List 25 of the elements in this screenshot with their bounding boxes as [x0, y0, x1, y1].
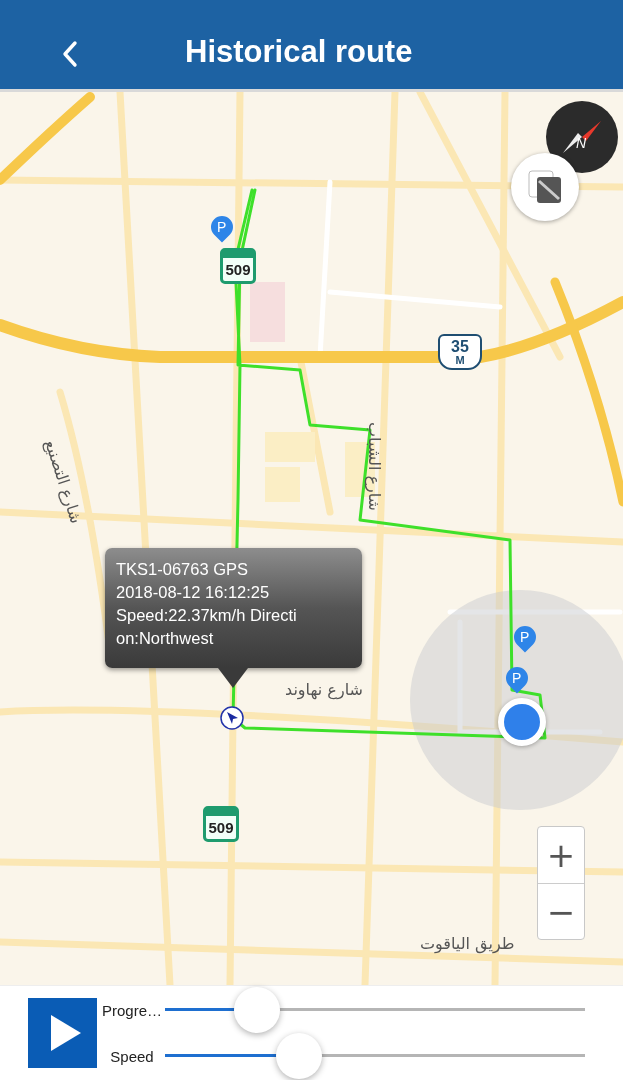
slider-thumb[interactable]	[276, 1033, 323, 1079]
slider-label: Speed	[109, 1047, 155, 1065]
street-label: شارع نهاوند	[285, 680, 363, 699]
screen-title: Historical route	[185, 33, 413, 70]
slider-thumb[interactable]	[234, 987, 281, 1033]
route-shield: 35 M	[438, 334, 482, 370]
play-icon	[50, 1015, 81, 1051]
route-shield: 509	[220, 248, 256, 284]
street-label: شارع التصنيع	[40, 437, 86, 526]
vehicle-info-text: TKS1-06763 GPS 2018-08-12 16:12:25 Speed:22.37km/h Directi on:Northwest	[116, 559, 298, 649]
slider[interactable]	[165, 987, 585, 1033]
callout-pointer	[218, 668, 248, 688]
route-shield: 509	[203, 806, 239, 842]
slider-label: Progre…	[101, 1001, 163, 1019]
map-layer-button[interactable]	[511, 153, 579, 221]
back-icon[interactable]	[62, 39, 78, 68]
play-button[interactable]	[28, 998, 97, 1068]
slider[interactable]	[165, 1033, 585, 1079]
location-dot-icon	[498, 698, 546, 746]
compass-button[interactable]: N	[546, 101, 618, 173]
zoom-out-button[interactable]: −	[538, 883, 584, 939]
compass-letter: N	[576, 135, 587, 151]
street-label: شارع الشباب	[365, 422, 384, 511]
street-label: طريق الياقوت	[420, 934, 515, 953]
zoom-in-button[interactable]: +	[538, 827, 584, 883]
